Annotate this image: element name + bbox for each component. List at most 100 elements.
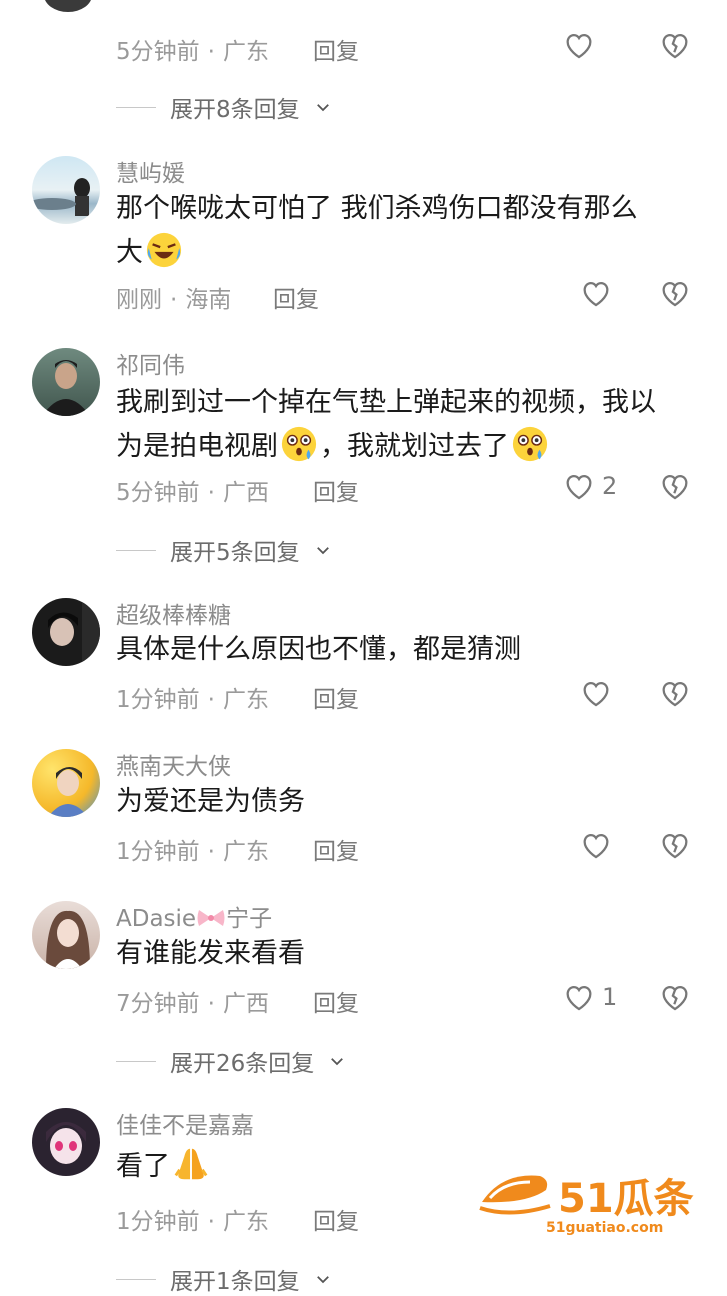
divider bbox=[116, 549, 156, 551]
comment-line: 我刷到过一个掉在气垫上弹起来的视频，我以 bbox=[116, 387, 656, 418]
heart-icon bbox=[583, 833, 609, 859]
avatar[interactable] bbox=[32, 348, 100, 416]
expand-label: 展开26条回复 bbox=[170, 1051, 315, 1077]
heart-icon bbox=[566, 33, 592, 59]
expand-replies[interactable]: 展开5条回复 bbox=[116, 533, 332, 567]
watermark-logo: 51瓜条 51guatiao.com bbox=[476, 1168, 708, 1238]
avatar[interactable] bbox=[32, 1108, 100, 1176]
reply-button[interactable]: 回复 bbox=[313, 1202, 359, 1236]
username[interactable]: 燕南天大侠 bbox=[116, 747, 231, 781]
comment-meta-row: 1分钟前 · 广东 回复 bbox=[0, 676, 727, 716]
comment-text: 有谁能发来看看 bbox=[116, 938, 305, 969]
comment-line-text: 大 bbox=[116, 237, 143, 268]
comment-line-text: ，我就划过去了 bbox=[320, 431, 509, 462]
pink-bow-icon bbox=[197, 910, 225, 926]
comment-line-text: 看了 bbox=[116, 1151, 170, 1182]
like-button[interactable]: 2 bbox=[562, 469, 617, 503]
comment-meta-row: 1分钟前 · 广东 回复 bbox=[0, 828, 727, 868]
comment-text: 具体是什么原因也不懂，都是猜测 bbox=[116, 634, 521, 665]
broken-heart-icon bbox=[662, 33, 688, 59]
reply-button[interactable]: 回复 bbox=[313, 473, 359, 507]
username-text: ADasie bbox=[116, 906, 197, 932]
expand-label: 展开8条回复 bbox=[170, 97, 300, 123]
heart-icon bbox=[566, 474, 592, 500]
comment-meta-row: 7分钟前 · 广西 回复 1 bbox=[0, 980, 727, 1020]
chevron-down-icon bbox=[316, 547, 329, 555]
dislike-button[interactable] bbox=[658, 28, 692, 66]
broken-heart-icon bbox=[662, 281, 688, 307]
like-button[interactable] bbox=[579, 276, 613, 310]
dislike-button[interactable] bbox=[658, 980, 692, 1018]
comment-meta: 5分钟前 · 广东 bbox=[116, 39, 269, 65]
divider bbox=[116, 106, 156, 108]
comment-meta-row: 5分钟前 · 广西 回复 2 bbox=[0, 469, 727, 509]
comment-text: 为爱还是为债务 bbox=[116, 786, 305, 817]
username[interactable]: 慧屿媛 bbox=[116, 154, 185, 188]
dislike-button[interactable] bbox=[658, 828, 692, 866]
watermark-melon-icon: 51瓜条 51guatiao.com bbox=[479, 1175, 694, 1236]
username[interactable]: 佳佳不是嘉嘉 bbox=[116, 1106, 254, 1140]
comment-line: 那个喉咙太可怕了 我们杀鸡伤口都没有那么 bbox=[116, 193, 638, 224]
heart-icon bbox=[566, 985, 592, 1011]
comment-line: 大 bbox=[116, 231, 706, 275]
comment-text: 那个喉咙太可怕了 我们杀鸡伤口都没有那么 大 bbox=[116, 187, 706, 275]
expand-replies[interactable]: 展开26条回复 bbox=[116, 1044, 346, 1078]
reply-button[interactable]: 回复 bbox=[313, 680, 359, 714]
comment-meta: 刚刚 · 海南 bbox=[116, 287, 232, 313]
reply-button[interactable]: 回复 bbox=[313, 32, 359, 66]
expand-label: 展开1条回复 bbox=[170, 1269, 300, 1295]
username[interactable]: 祁同伟 bbox=[116, 346, 185, 380]
comment-meta: 1分钟前 · 广东 bbox=[116, 839, 269, 865]
comment-meta: 1分钟前 · 广东 bbox=[116, 1209, 269, 1235]
expand-replies[interactable]: 展开1条回复 bbox=[116, 1262, 332, 1296]
heart-icon bbox=[583, 681, 609, 707]
reply-button[interactable]: 回复 bbox=[313, 832, 359, 866]
shocked-emoji-icon bbox=[512, 426, 548, 462]
username[interactable]: ADasie 宁子 bbox=[116, 899, 272, 933]
avatar[interactable] bbox=[32, 156, 100, 224]
avatar[interactable] bbox=[32, 598, 100, 666]
comment-meta-row: 5分钟前 · 广东 回复 bbox=[0, 28, 727, 68]
divider bbox=[116, 1278, 156, 1280]
heart-icon bbox=[583, 281, 609, 307]
username-text: 宁子 bbox=[226, 906, 273, 932]
chevron-down-icon bbox=[316, 104, 329, 112]
avatar[interactable] bbox=[32, 749, 100, 817]
broken-heart-icon bbox=[662, 985, 688, 1011]
broken-heart-icon bbox=[662, 474, 688, 500]
shocked-emoji-icon bbox=[281, 426, 317, 462]
like-button[interactable] bbox=[579, 828, 613, 862]
like-button[interactable]: 1 bbox=[562, 980, 617, 1014]
expand-replies[interactable]: 展开8条回复 bbox=[116, 90, 332, 124]
folded-hands-emoji-icon bbox=[174, 1148, 208, 1180]
chevron-down-icon bbox=[316, 1276, 329, 1284]
reply-button[interactable]: 回复 bbox=[313, 984, 359, 1018]
broken-heart-icon bbox=[662, 833, 688, 859]
laughing-tears-emoji-icon bbox=[146, 232, 182, 268]
comment-text: 我刷到过一个掉在气垫上弹起来的视频，我以 为是拍电视剧 ，我就划过去了 bbox=[116, 381, 706, 469]
dislike-button[interactable] bbox=[658, 276, 692, 314]
like-button[interactable] bbox=[562, 28, 596, 62]
dislike-button[interactable] bbox=[658, 469, 692, 507]
chevron-down-icon bbox=[331, 1058, 344, 1066]
username[interactable]: 超级棒棒糖 bbox=[116, 596, 231, 630]
watermark-brand: 51瓜条 bbox=[558, 1176, 694, 1222]
comment-meta: 7分钟前 · 广西 bbox=[116, 991, 269, 1017]
avatar[interactable] bbox=[32, 901, 100, 969]
reply-button[interactable]: 回复 bbox=[273, 280, 319, 314]
partial-comment-top bbox=[0, 0, 727, 12]
comment-meta-row: 刚刚 · 海南 回复 bbox=[0, 276, 727, 316]
comment-line: 为是拍电视剧 ，我就划过去了 bbox=[116, 425, 706, 469]
divider bbox=[116, 1060, 156, 1062]
comment-meta: 1分钟前 · 广东 bbox=[116, 687, 269, 713]
like-count: 2 bbox=[602, 472, 618, 500]
like-button[interactable] bbox=[579, 676, 613, 710]
like-count: 1 bbox=[602, 983, 618, 1011]
watermark-url: 51guatiao.com bbox=[546, 1220, 663, 1236]
expand-label: 展开5条回复 bbox=[170, 540, 300, 566]
broken-heart-icon bbox=[662, 681, 688, 707]
comment-line-text: 为是拍电视剧 bbox=[116, 431, 278, 462]
dislike-button[interactable] bbox=[658, 676, 692, 714]
comment-meta: 5分钟前 · 广西 bbox=[116, 480, 269, 506]
avatar[interactable] bbox=[44, 0, 92, 12]
